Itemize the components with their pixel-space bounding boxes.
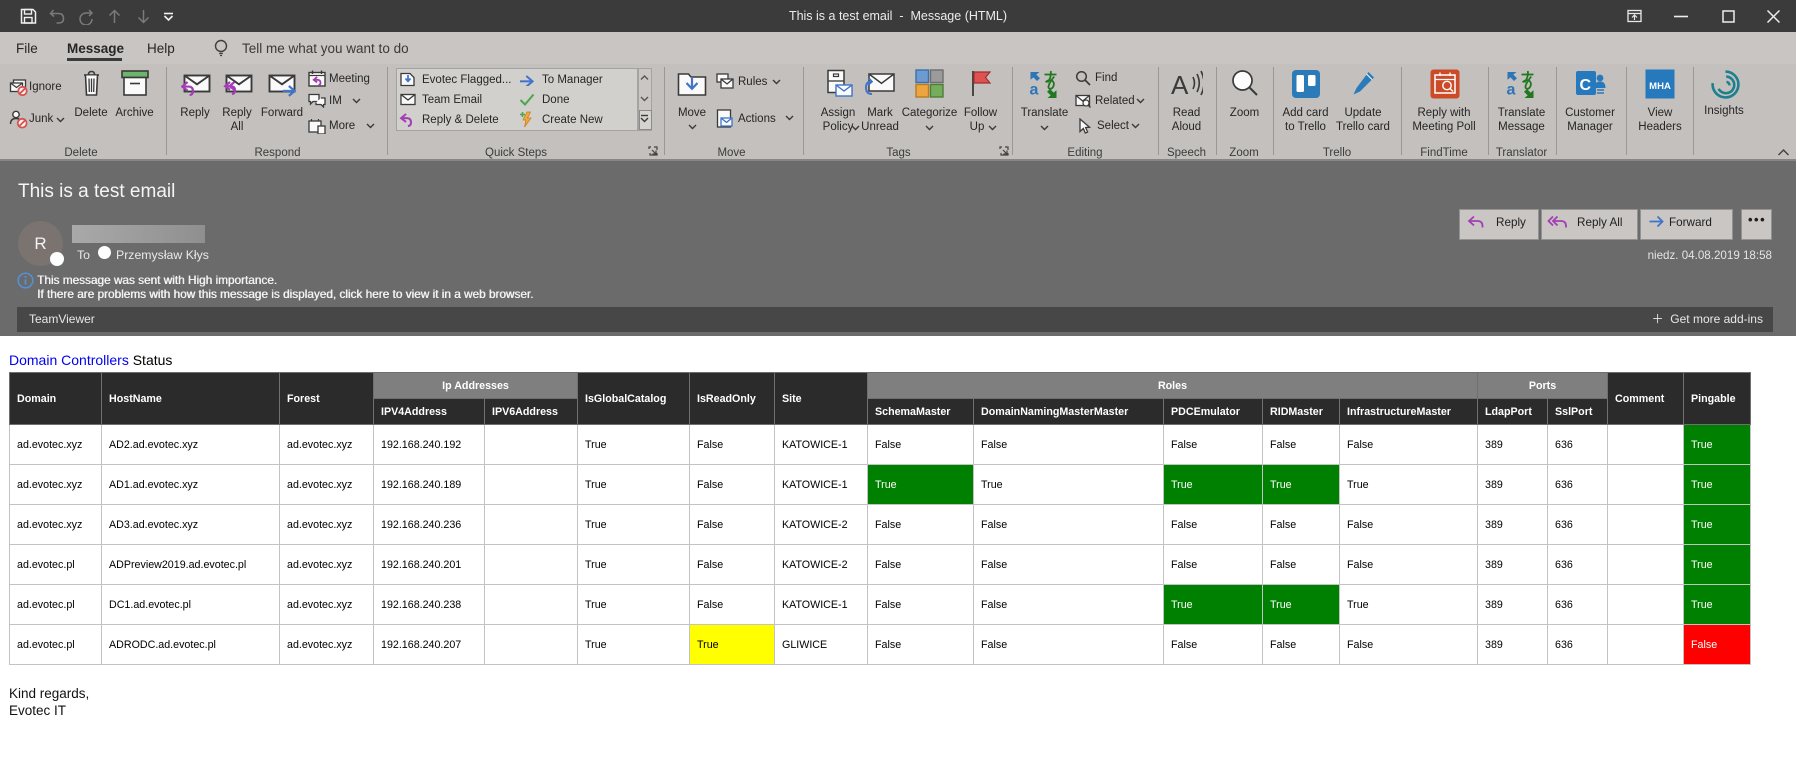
svg-text:a: a [1507,82,1516,99]
svg-text:a: a [1030,82,1039,99]
svg-text:MHA: MHA [1649,81,1671,92]
svg-text:C: C [1580,77,1592,94]
svg-text:A: A [1171,70,1189,98]
